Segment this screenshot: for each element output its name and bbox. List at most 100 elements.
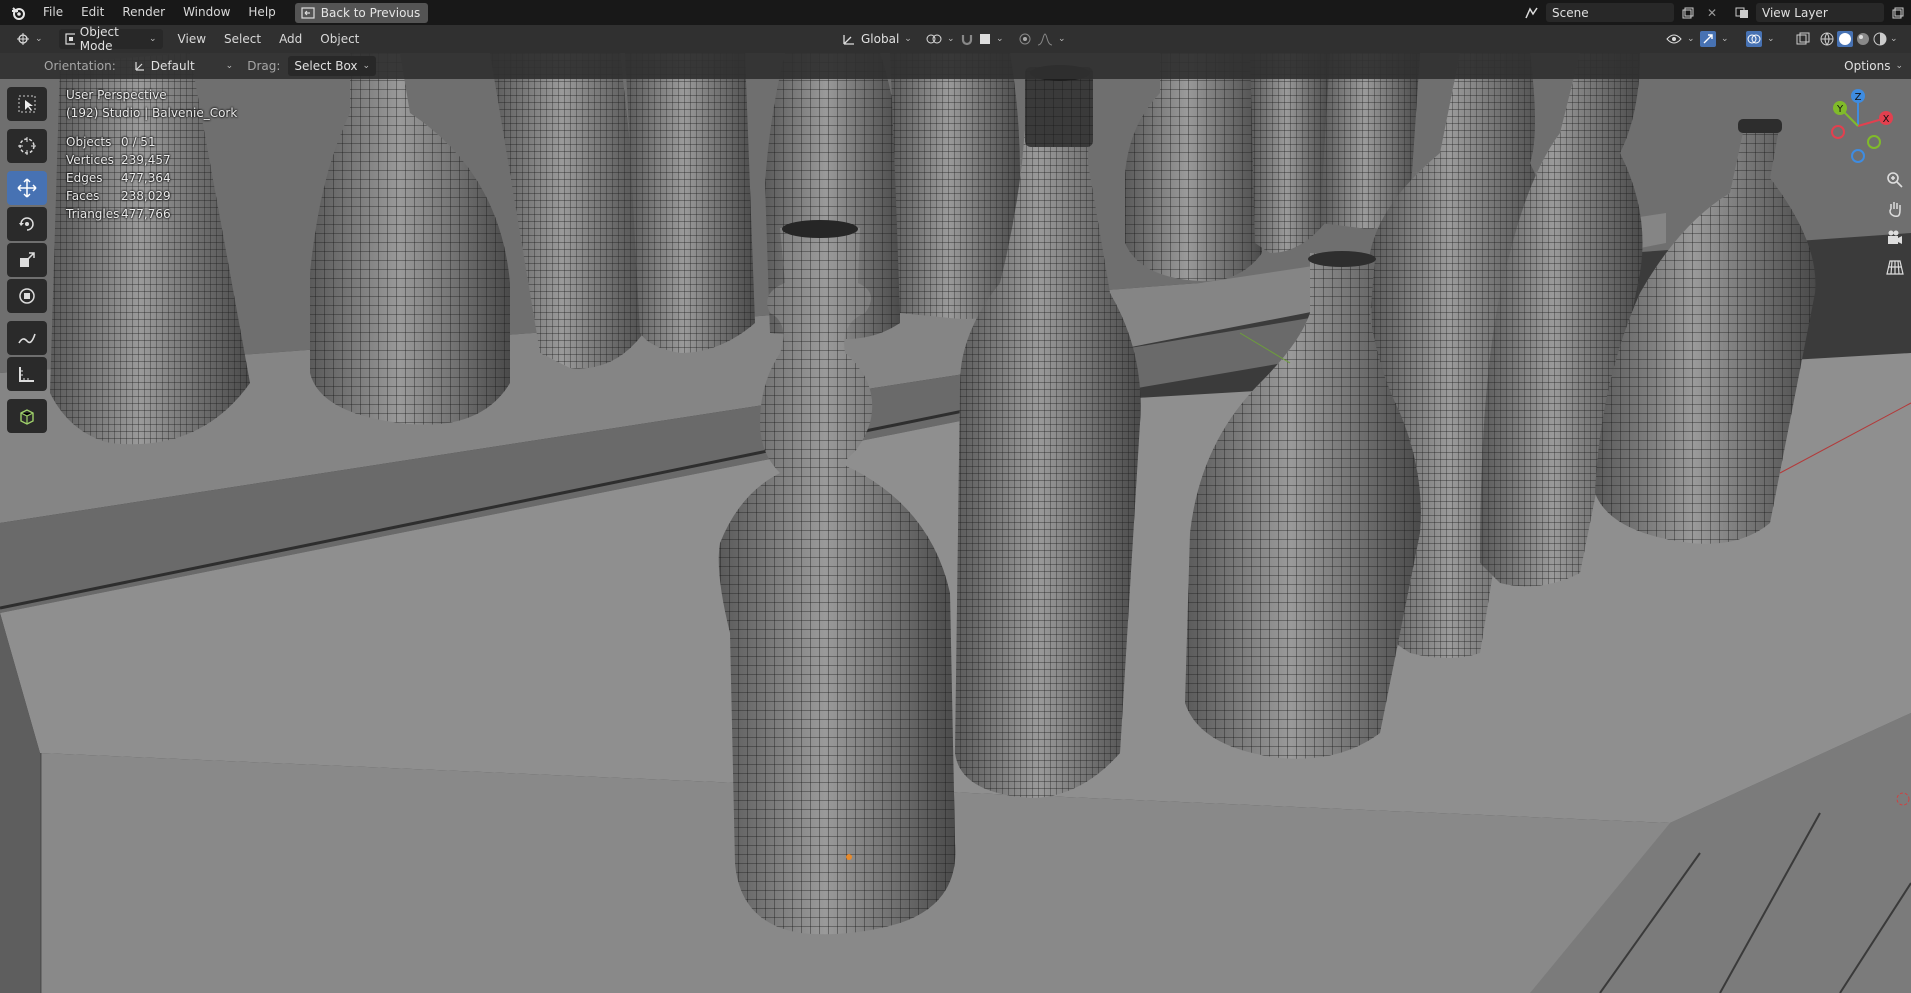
3d-cursor-marker-icon — [1896, 792, 1910, 806]
gizmo-icon — [1700, 31, 1716, 47]
stat-key: Triangles — [66, 207, 120, 221]
header-menu-add[interactable]: Add — [270, 27, 311, 52]
zoom-button[interactable] — [1882, 167, 1908, 193]
move-tool[interactable] — [7, 171, 47, 205]
gizmo-x-label: X — [1883, 114, 1890, 125]
menu-window[interactable]: Window — [174, 0, 239, 25]
add-cube-icon — [20, 409, 34, 425]
stat-row: Edges 477,364 — [66, 169, 171, 187]
rotate-tool[interactable] — [7, 207, 47, 241]
scene-statistics: Objects 0 / 51 Vertices 239,457 Edges 477,3… — [66, 133, 171, 223]
delete-scene-icon[interactable]: ✕ — [1702, 3, 1722, 22]
stat-value: 239,457 — [121, 153, 171, 167]
move-icon — [17, 178, 37, 198]
back-to-previous-label: Back to Previous — [320, 5, 421, 20]
falloff-icon — [1037, 33, 1053, 46]
new-view-layer-icon[interactable] — [1888, 3, 1908, 22]
menu-help[interactable]: Help — [239, 0, 284, 25]
navigation-gizmo[interactable]: Z X Y — [1818, 86, 1898, 166]
drag-dropdown[interactable]: Select Box ⌄ — [288, 56, 377, 76]
orientation-dropdown[interactable]: Default ⌄ — [128, 56, 239, 76]
xray-icon — [1796, 32, 1810, 45]
stat-key: Objects — [66, 135, 112, 149]
chevron-down-icon: ⌄ — [1890, 34, 1898, 44]
mode-dropdown[interactable]: Object Mode ⌄ — [58, 25, 163, 53]
stat-row: Objects 0 / 51 — [66, 133, 171, 151]
orientation-icon — [843, 35, 854, 45]
chevron-down-icon: ⌄ — [362, 61, 371, 71]
cursor-tool[interactable] — [7, 129, 47, 163]
eye-icon — [1666, 34, 1682, 44]
measure-tool[interactable] — [7, 357, 47, 391]
scene-name: Scene — [1552, 5, 1589, 20]
wireframe-shading-icon[interactable] — [1820, 32, 1834, 46]
stat-key: Faces — [66, 189, 100, 203]
viewport-header: ⌄ Object Mode ⌄ View Select Add Object G… — [0, 25, 1911, 53]
screen-back-icon — [301, 6, 315, 19]
snap-toggle[interactable]: ⌄ — [954, 29, 1010, 49]
solid-shading-icon[interactable] — [1837, 31, 1853, 47]
tool-palette — [7, 87, 47, 435]
gizmo-y-label: Y — [1836, 104, 1844, 115]
view-layer-browse-icon[interactable] — [1732, 3, 1752, 22]
proportional-icon — [1019, 33, 1031, 45]
scale-icon — [20, 252, 35, 267]
menu-render[interactable]: Render — [113, 0, 174, 25]
scene-browse-icon[interactable] — [1522, 3, 1542, 22]
shading-mode-group: ⌄ — [1814, 29, 1904, 49]
top-menu-bar: File Edit Render Window Help Back to Pre… — [0, 0, 1911, 25]
chevron-down-icon: ⌄ — [35, 34, 43, 44]
transform-orientation-dropdown[interactable]: Global ⌄ — [836, 29, 918, 49]
viewport-active-object-label: (192) Studio | Balvenie_Cork — [66, 106, 238, 120]
options-dropdown[interactable]: Options ⌄ — [1838, 56, 1909, 76]
add-cube-tool[interactable] — [7, 399, 47, 433]
xray-toggle[interactable] — [1790, 29, 1816, 49]
stat-key: Vertices — [66, 153, 114, 167]
new-scene-icon[interactable] — [1678, 3, 1698, 22]
view-layer-field[interactable]: View Layer — [1756, 3, 1884, 22]
pan-button[interactable] — [1882, 196, 1908, 222]
stat-value: 238,029 — [121, 189, 171, 203]
select-box-tool[interactable] — [7, 87, 47, 121]
scene-name-field[interactable]: Scene — [1546, 3, 1674, 22]
overlays-toggle[interactable]: ⌄ — [1740, 29, 1781, 49]
stat-value: 0 / 51 — [121, 135, 156, 149]
back-to-previous-button[interactable]: Back to Previous — [294, 2, 429, 23]
view-layer-name: View Layer — [1762, 5, 1828, 20]
snap-target-icon — [980, 34, 990, 44]
stat-row: Triangles 477,766 — [66, 205, 171, 223]
bottle-back-4 — [625, 53, 755, 353]
chevron-down-icon: ⌄ — [225, 61, 234, 71]
viewport-perspective-label: User Perspective — [66, 88, 167, 102]
chevron-down-icon: ⌄ — [1895, 61, 1903, 71]
transform-tool[interactable] — [7, 279, 47, 313]
menu-file[interactable]: File — [34, 0, 72, 25]
material-shading-icon[interactable] — [1856, 32, 1870, 46]
editor-type-dropdown[interactable]: ⌄ — [10, 29, 49, 49]
blender-logo-icon[interactable] — [8, 3, 28, 23]
stat-row: Vertices 239,457 — [66, 151, 171, 169]
3d-viewport[interactable]: Orientation: Default ⌄ Drag: Select Box … — [0, 53, 1911, 993]
bottle-back-8 — [1250, 53, 1330, 253]
rotate-icon — [19, 217, 34, 231]
perspective-toggle-button[interactable] — [1882, 254, 1908, 280]
chevron-down-icon: ⌄ — [149, 34, 157, 44]
3d-scene-render — [0, 53, 1911, 993]
menu-edit[interactable]: Edit — [72, 0, 113, 25]
bottle-back-6 — [890, 53, 1020, 319]
annotate-tool[interactable] — [7, 321, 47, 355]
scale-tool[interactable] — [7, 243, 47, 277]
camera-view-button[interactable] — [1882, 225, 1908, 251]
header-menu-object[interactable]: Object — [311, 27, 368, 52]
rendered-shading-icon[interactable] — [1873, 32, 1887, 46]
pivot-icon — [926, 34, 942, 44]
zoom-icon — [1887, 172, 1903, 188]
chevron-down-icon: ⌄ — [1721, 34, 1729, 44]
gizmo-toggle[interactable]: ⌄ — [1694, 29, 1735, 49]
header-menu-view[interactable]: View — [169, 27, 215, 52]
chevron-down-icon: ⌄ — [1767, 34, 1775, 44]
proportional-editing-toggle[interactable]: ⌄ — [1012, 29, 1072, 49]
measure-icon — [19, 367, 34, 382]
overlays-icon — [1746, 31, 1762, 47]
header-menu-select[interactable]: Select — [215, 27, 270, 52]
